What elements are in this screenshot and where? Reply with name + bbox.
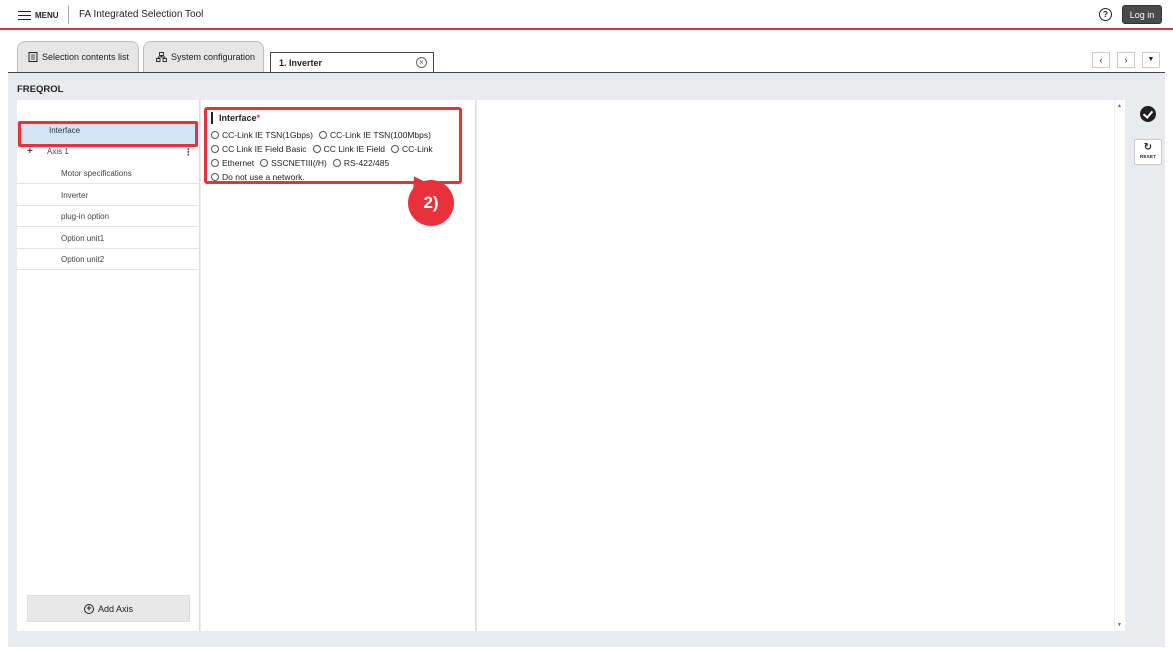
add-circle-icon: + (83, 603, 94, 614)
detail-panel (477, 100, 1114, 631)
menu-label: MENU (35, 10, 59, 20)
network-hierarchy-icon (156, 52, 167, 62)
vertical-scrollbar[interactable] (1114, 100, 1125, 631)
app-header: MENU FA Integrated Selection Tool ? Log … (0, 0, 1173, 30)
tab-system-configuration[interactable]: System configuration (143, 41, 264, 72)
tree-item-inverter[interactable]: Inverter (17, 185, 200, 206)
tree-item-option-unit2[interactable]: Option unit2 (17, 249, 200, 270)
tab-next-button[interactable]: › (1117, 52, 1135, 68)
config-tree-panel: Interface + Axis 1 ⋮ Motor specification… (17, 100, 200, 631)
hamburger-icon (18, 10, 31, 21)
scroll-up-icon[interactable]: ▲ (1117, 103, 1122, 109)
tree-item-motor-specifications[interactable]: Motor specifications (17, 163, 200, 184)
tree-item-plug-in-option[interactable]: plug-in option (17, 206, 200, 227)
step-number: 2) (408, 180, 454, 226)
tree-item-option-unit1[interactable]: Option unit1 (17, 228, 200, 249)
scroll-down-icon[interactable]: ▼ (1117, 622, 1122, 628)
tree-item-axis-1[interactable]: + Axis 1 ⋮ (17, 144, 200, 165)
product-series-title: FREQROL (17, 84, 64, 95)
tab-list-dropdown[interactable]: ▼ (1142, 52, 1160, 68)
axis-label: Axis 1 (47, 147, 69, 156)
reset-icon: ↻ (1143, 142, 1153, 153)
add-axis-button[interactable]: + Add Axis (27, 595, 190, 622)
tab-label: Selection contents list (42, 52, 130, 62)
check-complete-icon[interactable] (1140, 106, 1156, 122)
help-icon[interactable]: ? (1099, 8, 1112, 21)
reset-label: RESET (1139, 154, 1156, 159)
tab-label: System configuration (171, 52, 256, 62)
tab-inverter[interactable]: 1. Inverter × (270, 52, 434, 73)
menu-button[interactable]: MENU (18, 7, 59, 23)
tab-prev-button[interactable]: ‹ (1092, 52, 1110, 68)
reset-button[interactable]: ↻ RESET (1134, 139, 1162, 165)
step-badge: 2) (403, 170, 456, 226)
close-tab-icon[interactable]: × (416, 57, 427, 68)
add-axis-label: Add Axis (97, 603, 134, 614)
highlight-interface-item (18, 121, 198, 147)
login-button[interactable]: Log in (1122, 5, 1162, 24)
tab-label: 1. Inverter (279, 58, 323, 68)
list-document-icon (28, 52, 38, 62)
header-divider (68, 5, 69, 24)
app-title: FA Integrated Selection Tool (79, 9, 204, 20)
tab-selection-contents-list[interactable]: Selection contents list (17, 41, 139, 72)
